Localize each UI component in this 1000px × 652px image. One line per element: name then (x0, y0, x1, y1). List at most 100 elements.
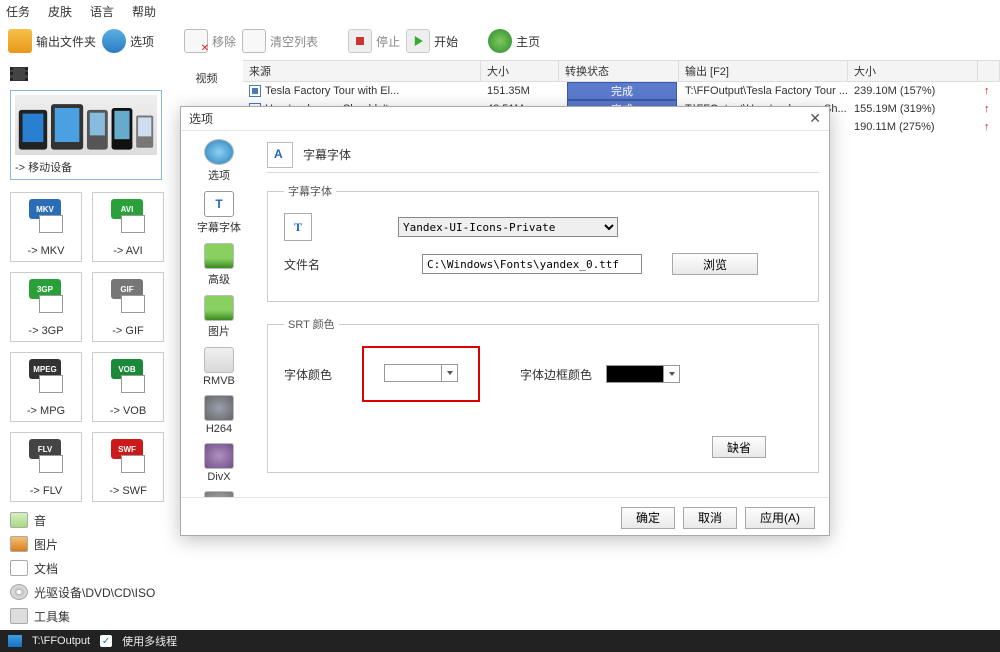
dialog-nav-label: 高级 (181, 271, 257, 287)
category-disc[interactable]: 光驱设备\DVD\CD\ISO (4, 580, 170, 604)
col-outsize[interactable]: 大小 (848, 61, 978, 81)
arrow-up-icon: ↑ (978, 121, 1000, 133)
category-label: 图片 (34, 536, 58, 553)
col-status[interactable]: 转换状态 (559, 61, 679, 81)
category-label: 光驱设备\DVD\CD\ISO (34, 584, 155, 601)
format-tile-vob[interactable]: VOB-> VOB (92, 352, 164, 422)
multithread-label: 使用多线程 (122, 633, 177, 649)
format-tile-3gp[interactable]: 3GP-> 3GP (10, 272, 82, 342)
clear-list-label: 清空列表 (270, 33, 318, 50)
format-tile-label: -> GIF (112, 325, 143, 337)
remove-label: 移除 (212, 33, 236, 50)
globe-icon (488, 29, 512, 53)
start-button[interactable]: 开始 (406, 29, 458, 53)
multithread-checkbox[interactable]: ✓ (100, 635, 112, 647)
dialog-nav-icon (204, 395, 234, 421)
font-color-picker[interactable] (384, 364, 458, 382)
mobile-devices-caption: -> 移动设备 (15, 155, 157, 175)
cancel-button[interactable]: 取消 (683, 507, 737, 529)
apply-button[interactable]: 应用(A) (745, 507, 815, 529)
format-tile-label: -> MPG (27, 405, 65, 417)
category-music[interactable]: 音 (4, 508, 170, 532)
col-source[interactable]: 来源 (243, 61, 481, 81)
category-pic[interactable]: 图片 (4, 532, 170, 556)
category-icon (10, 608, 28, 624)
format-tile-label: -> FLV (30, 485, 63, 497)
format-tile-gif[interactable]: GIF-> GIF (92, 272, 164, 342)
format-page-icon (121, 455, 145, 473)
stop-button[interactable]: 停止 (348, 29, 400, 53)
options-icon (102, 29, 126, 53)
category-list: 音图片文档光驱设备\DVD\CD\ISO 工具集 (4, 508, 170, 628)
default-button[interactable]: 缺省 (712, 436, 766, 458)
close-icon[interactable]: ✕ (809, 110, 821, 127)
format-tile-mpeg[interactable]: MPEG-> MPG (10, 352, 82, 422)
dialog-nav-图片[interactable]: 图片 (181, 295, 257, 339)
clear-list-button[interactable]: 清空列表 (242, 29, 318, 53)
browse-button[interactable]: 浏览 (672, 253, 758, 275)
output-folder-label: 输出文件夹 (36, 33, 96, 50)
format-tile-swf[interactable]: SWF-> SWF (92, 432, 164, 502)
remove-icon (184, 29, 208, 53)
format-tile-grid: MKV-> MKVAVI-> AVI3GP-> 3GPGIF-> GIFMPEG… (4, 186, 170, 508)
category-label: 文档 (34, 560, 58, 577)
dialog-nav-label: RMVB (181, 375, 257, 387)
font-group: 字幕字体 T Yandex-UI-Icons-Private 文件名 浏览 (267, 183, 819, 302)
dialog-nav-label: DivX (181, 471, 257, 483)
dialog-nav-字幕字体[interactable]: T 字幕字体 (181, 191, 257, 235)
dialog-nav-more[interactable] (181, 491, 257, 497)
dialog-nav-高级[interactable]: 高级 (181, 243, 257, 287)
dialog-nav-icon: T (204, 191, 234, 217)
toolbar: 输出文件夹 选项 移除 清空列表 停止 开始 主页 (0, 22, 1000, 60)
video-section-header[interactable] (4, 64, 170, 84)
category-icon (10, 536, 28, 552)
dialog-nav-icon (204, 295, 234, 321)
file-icon (249, 85, 261, 97)
dialog-nav-label: 图片 (181, 323, 257, 339)
menu-lang[interactable]: 语言 (90, 3, 114, 20)
format-tile-mkv[interactable]: MKV-> MKV (10, 192, 82, 262)
srt-color-legend: SRT 颜色 (284, 316, 339, 332)
ok-button[interactable]: 确定 (621, 507, 675, 529)
play-icon (406, 29, 430, 53)
filename-input[interactable] (422, 254, 642, 274)
menu-task[interactable]: 任务 (6, 3, 30, 20)
format-page-icon (39, 375, 63, 393)
file-list-header: 来源 大小 转换状态 输出 [F2] 大小 (243, 60, 1000, 82)
chevron-down-icon[interactable] (663, 366, 679, 382)
remove-button[interactable]: 移除 (184, 29, 236, 53)
output-folder-button[interactable]: 输出文件夹 (8, 29, 96, 53)
dialog-nav-选项[interactable]: 选项 (181, 139, 257, 183)
border-color-label: 字体边框颜色 (520, 366, 592, 383)
format-page-icon (39, 215, 63, 233)
format-tile-flv[interactable]: FLV-> FLV (10, 432, 82, 502)
menu-help[interactable]: 帮助 (132, 3, 156, 20)
border-color-picker[interactable] (606, 365, 680, 383)
mobile-devices-tile[interactable]: -> 移动设备 (10, 90, 162, 180)
dialog-nav-label: 选项 (181, 167, 257, 183)
format-tile-label: -> AVI (113, 245, 142, 257)
dialog-nav-label: 字幕字体 (181, 219, 257, 235)
category-label: 工具集 (34, 608, 70, 625)
chevron-down-icon[interactable] (441, 365, 457, 381)
table-row[interactable]: Tesla Factory Tour with El...151.35M完成T:… (243, 82, 1000, 100)
dialog-nav-RMVB[interactable]: RMVB (181, 347, 257, 387)
dialog-nav-icon (204, 443, 234, 469)
category-tool[interactable]: 工具集 (4, 604, 170, 628)
format-tile-avi[interactable]: AVI-> AVI (92, 192, 164, 262)
font-select[interactable]: Yandex-UI-Icons-Private (398, 217, 618, 237)
dialog-nav-H264[interactable]: H264 (181, 395, 257, 435)
dialog-header: 字幕字体 (267, 137, 819, 173)
home-button[interactable]: 主页 (488, 29, 540, 53)
col-output[interactable]: 输出 [F2] (679, 61, 848, 81)
options-button[interactable]: 选项 (102, 29, 154, 53)
clear-icon (242, 29, 266, 53)
subtitle-font-icon (267, 142, 293, 168)
col-size[interactable]: 大小 (481, 61, 559, 81)
statusbar-app-icon (8, 635, 22, 647)
menu-skin[interactable]: 皮肤 (48, 3, 72, 20)
dialog-nav-DivX[interactable]: DivX (181, 443, 257, 483)
format-page-icon (39, 295, 63, 313)
home-label: 主页 (516, 33, 540, 50)
category-doc[interactable]: 文档 (4, 556, 170, 580)
